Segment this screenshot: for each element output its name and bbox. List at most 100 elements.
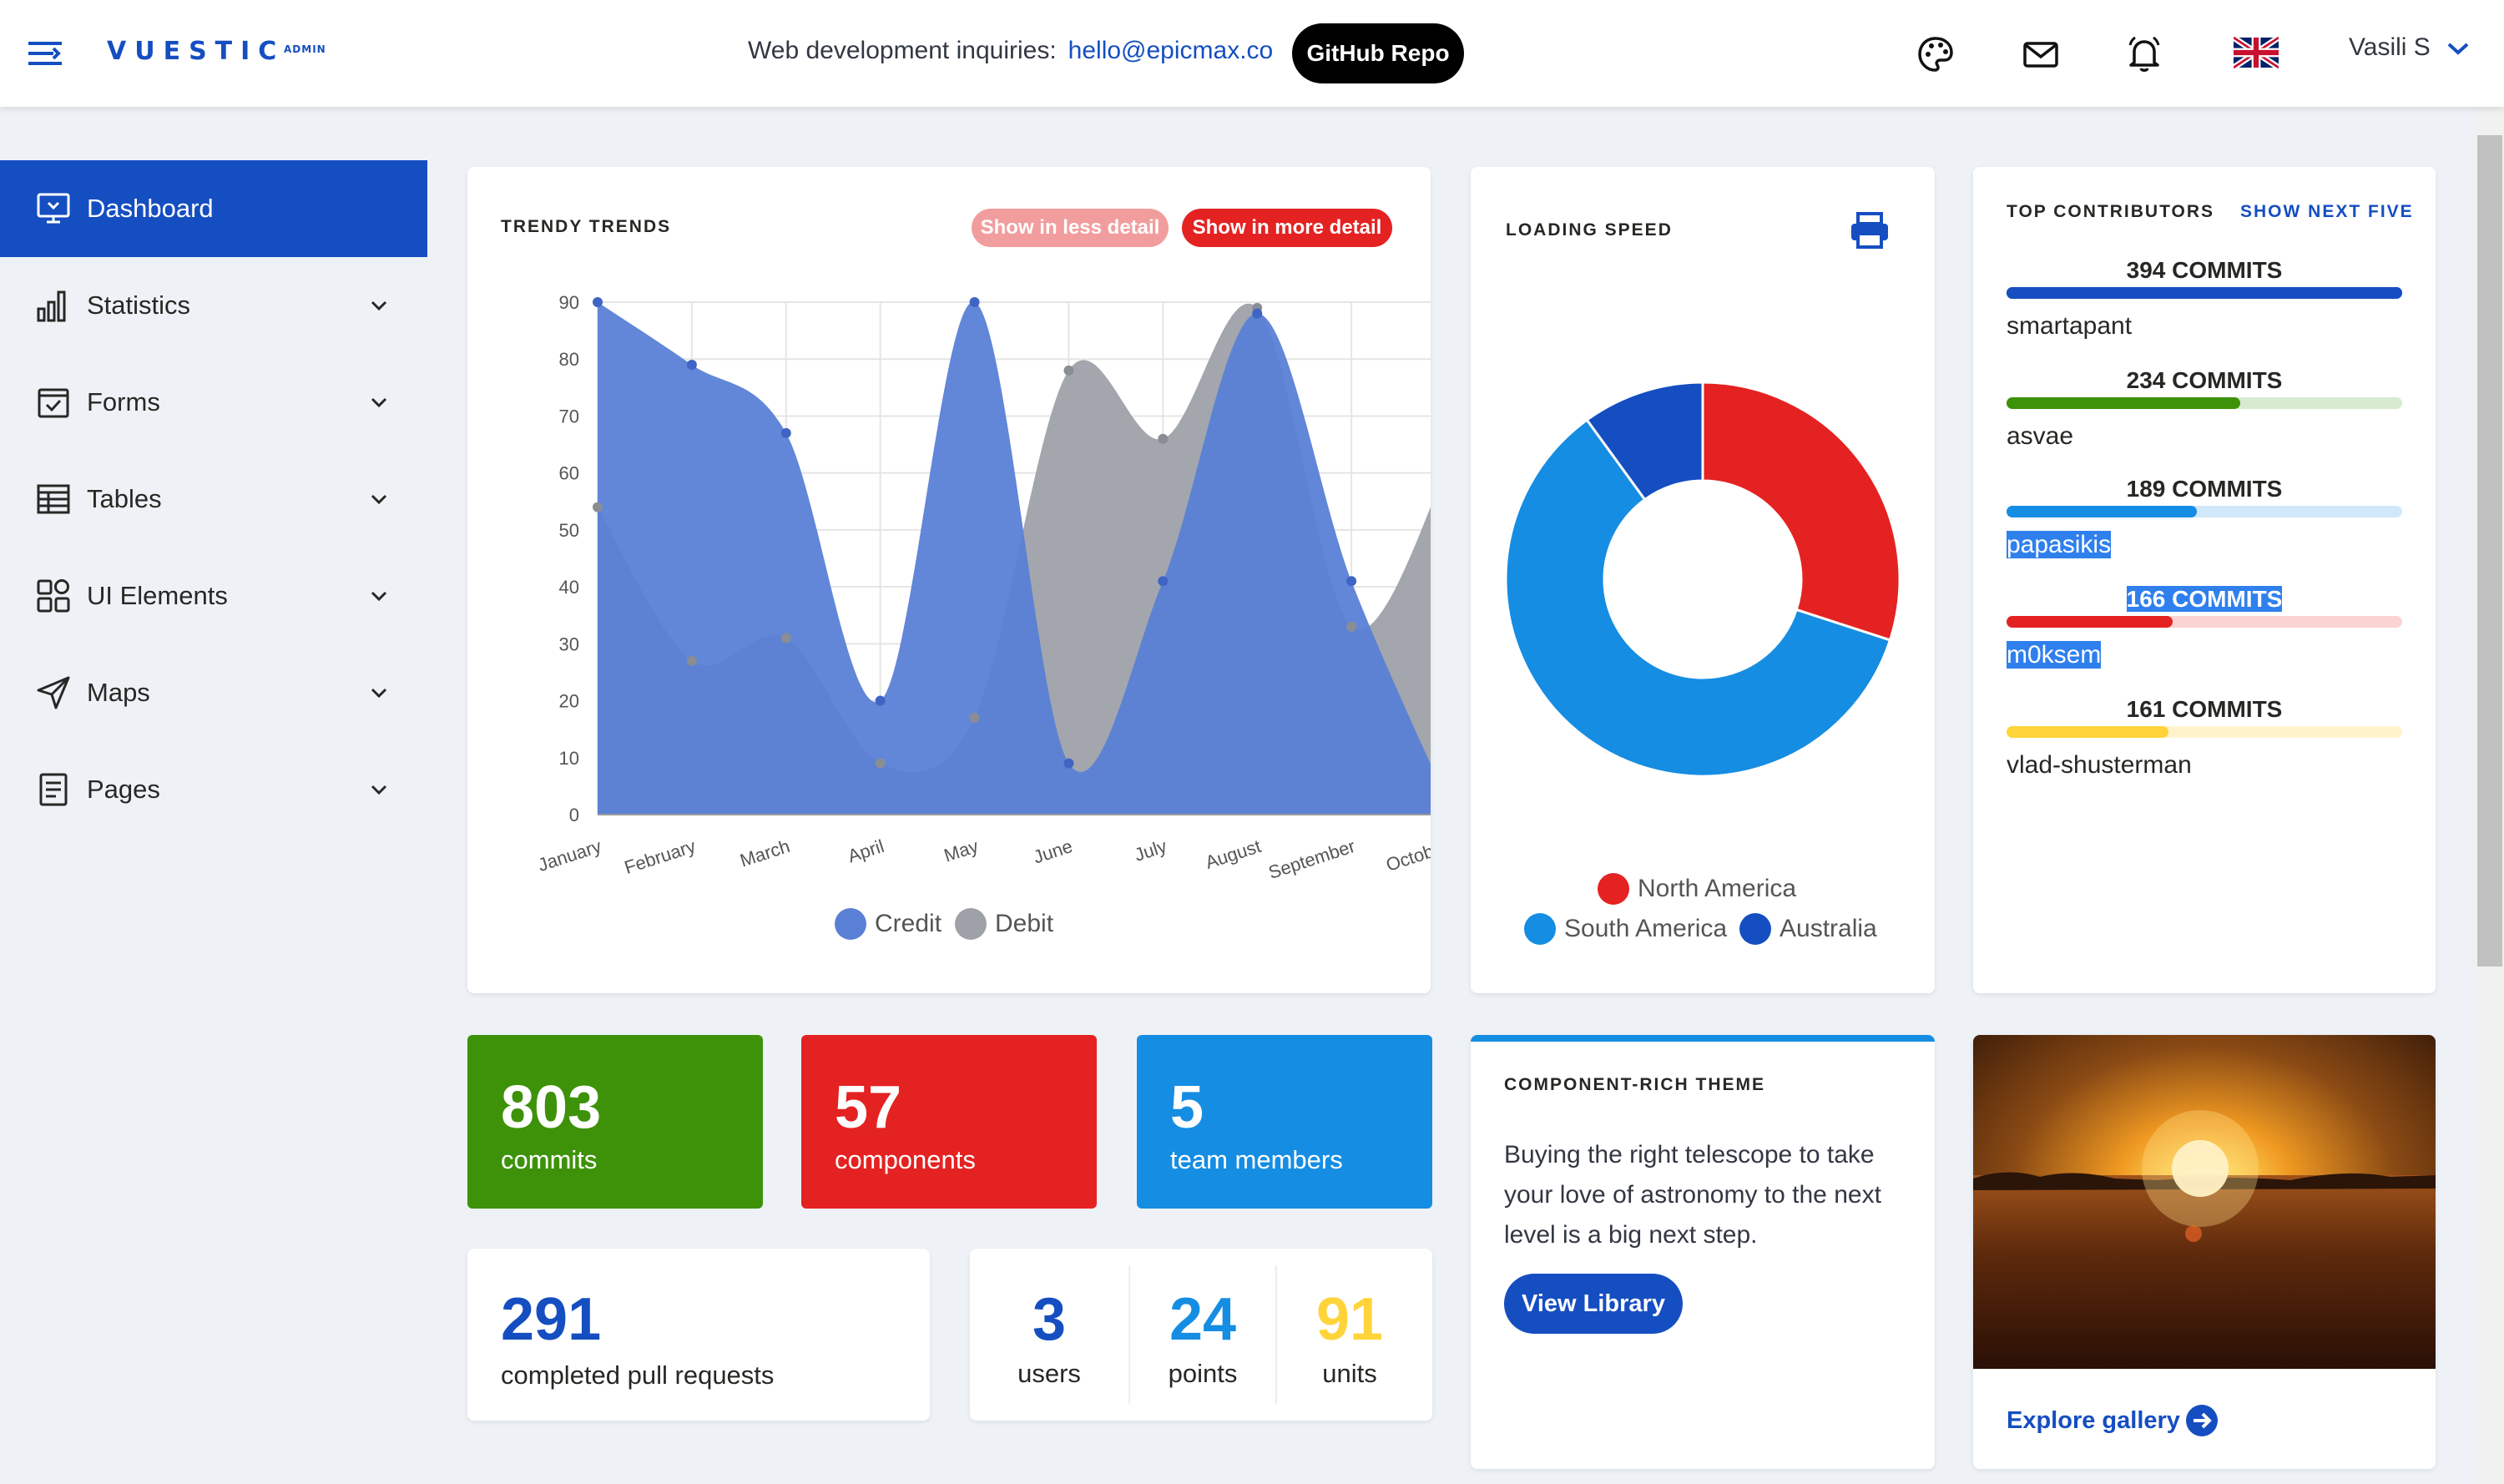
inquiry-email-link[interactable]: hello@epicmax.co	[1068, 37, 1274, 64]
checkbox-form-icon	[38, 388, 69, 418]
sidebar-item-tables[interactable]: Tables	[0, 451, 427, 548]
data-point-credit[interactable]	[1063, 758, 1074, 769]
data-point-debit[interactable]	[686, 655, 697, 666]
sidebar-item-label: Forms	[87, 387, 160, 416]
show-less-detail-button[interactable]: Show in less detail	[972, 209, 1169, 247]
chevron-down-icon	[371, 591, 387, 602]
contributor-commits: 394 COMMITS	[2126, 257, 2283, 283]
view-library-button[interactable]: View Library	[1504, 1274, 1683, 1334]
data-point-credit[interactable]	[875, 695, 886, 706]
chevron-down-icon	[371, 494, 387, 505]
data-point-credit[interactable]	[686, 360, 697, 371]
legend-debit[interactable]: Debit	[955, 908, 1053, 940]
pull-requests-count: 291	[501, 1286, 602, 1353]
data-point-debit[interactable]	[969, 713, 980, 724]
legend-australia[interactable]: Australia	[1739, 913, 1877, 945]
x-tick-label: April	[846, 835, 887, 866]
components-tile: 57 components	[801, 1035, 1097, 1209]
print-icon[interactable]	[1850, 212, 1890, 250]
notification-bell-icon[interactable]	[2123, 33, 2165, 75]
legend-dot-north-america	[1598, 873, 1629, 905]
contributor-name: asvae	[2007, 422, 2074, 450]
component-rich-theme-card: COMPONENT-RICH THEME Buying the right te…	[1471, 1035, 1935, 1469]
x-tick-label: May	[942, 835, 981, 866]
user-name: Vasili S	[2349, 33, 2431, 61]
data-point-debit[interactable]	[1346, 621, 1357, 632]
gallery-card: Explore gallery	[1973, 1035, 2436, 1469]
contributor-progress-fill	[2007, 726, 2169, 738]
data-point-debit[interactable]	[780, 633, 791, 644]
legend-label-credit: Credit	[875, 910, 942, 937]
x-tick-label: July	[1132, 835, 1169, 866]
mail-icon[interactable]	[2020, 33, 2062, 75]
sidebar-item-forms[interactable]: Forms	[0, 354, 427, 451]
donut-slice-north-america[interactable]	[1701, 381, 1901, 642]
x-tick-label: March	[737, 835, 792, 871]
contributor-progress	[2007, 287, 2402, 299]
data-point-credit[interactable]	[1158, 576, 1169, 587]
uk-flag-icon[interactable]	[2234, 37, 2279, 68]
y-tick-label: 50	[559, 520, 579, 541]
sidebar-item-dashboard[interactable]: Dashboard	[0, 160, 427, 257]
contributor-progress	[2007, 397, 2402, 409]
legend-north-america[interactable]: North America	[1598, 873, 1796, 905]
points-label: points	[1168, 1359, 1238, 1388]
document-icon	[39, 773, 68, 806]
inquiry-text: Web development inquiries: hello@epicmax.…	[748, 37, 1273, 65]
data-point-debit[interactable]	[593, 502, 603, 512]
contributor-progress	[2007, 726, 2402, 738]
explore-gallery-link[interactable]: Explore gallery	[2007, 1404, 2219, 1437]
sidebar-item-pages[interactable]: Pages	[0, 741, 427, 838]
legend-credit[interactable]: Credit	[835, 908, 942, 940]
explore-gallery-label: Explore gallery	[2007, 1406, 2180, 1434]
x-tick-label: October	[1383, 835, 1431, 876]
chevron-down-icon	[371, 688, 387, 699]
y-tick-label: 20	[559, 691, 579, 712]
contributor-progress	[2007, 506, 2402, 517]
data-point-credit[interactable]	[969, 297, 980, 307]
commits-count: 803	[501, 1074, 602, 1141]
team-members-count: 5	[1170, 1074, 1204, 1141]
profile-dropdown[interactable]: Vasili S	[2349, 33, 2471, 62]
sidebar-item-ui-elements[interactable]: UI Elements	[0, 548, 427, 644]
sidebar-item-statistics[interactable]: Statistics	[0, 257, 427, 354]
data-point-credit[interactable]	[780, 427, 791, 438]
legend-label-australia: Australia	[1780, 915, 1877, 942]
sidebar-item-label: Dashboard	[87, 194, 214, 223]
users-count: 3	[1032, 1286, 1067, 1353]
data-point-debit[interactable]	[1158, 433, 1169, 444]
data-point-credit[interactable]	[1252, 308, 1263, 319]
data-point-credit[interactable]	[593, 297, 603, 307]
contributor-progress-fill	[2007, 397, 2240, 409]
data-point-debit[interactable]	[1063, 365, 1074, 376]
legend-south-america[interactable]: South America	[1524, 913, 1727, 945]
legend-dot-debit	[955, 908, 987, 940]
show-next-five-link[interactable]: SHOW NEXT FIVE	[2240, 202, 2414, 222]
sidebar-item-maps[interactable]: Maps	[0, 644, 427, 741]
menu-toggle-icon[interactable]	[28, 38, 65, 68]
y-tick-label: 80	[559, 349, 579, 370]
trends-area-chart: 0 10 20 30 40 50 60 70 80 90 January February March A…	[535, 292, 1431, 883]
units-stat: 91 units	[1277, 1265, 1422, 1404]
contributor-commits: 189 COMMITS	[2126, 476, 2283, 502]
y-tick-label: 70	[559, 406, 579, 427]
x-tick-label: February	[622, 835, 698, 878]
legend-dot-south-america	[1524, 913, 1556, 945]
chevron-down-icon	[371, 397, 387, 408]
contributor-commits: 166 COMMITS	[2126, 586, 2283, 612]
github-repo-button[interactable]: GitHub Repo	[1292, 23, 1464, 83]
x-tick-label: January	[535, 835, 603, 876]
data-point-debit[interactable]	[875, 758, 886, 769]
palette-icon[interactable]	[1915, 33, 1956, 75]
components-label: components	[835, 1145, 976, 1174]
logo[interactable]: VUESTIC	[107, 37, 285, 66]
data-point-credit[interactable]	[1346, 576, 1357, 587]
units-label: units	[1322, 1359, 1377, 1388]
y-tick-label: 30	[559, 633, 579, 654]
page-scrollbar-thumb[interactable]	[2477, 135, 2502, 967]
show-more-detail-button[interactable]: Show in more detail	[1182, 209, 1392, 247]
theme-card-text-line: level is a big next step.	[1504, 1221, 1758, 1249]
legend-dot-credit	[835, 908, 866, 940]
y-tick-label: 40	[559, 577, 579, 598]
contributor-name: m0ksem	[2007, 641, 2102, 669]
